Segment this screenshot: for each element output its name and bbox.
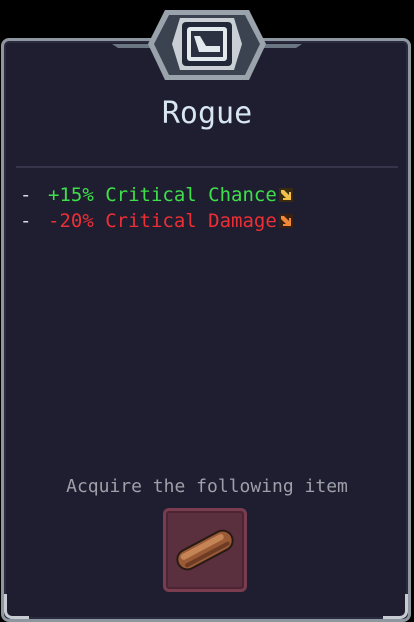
arrow-icon [278, 214, 293, 228]
crest-header [112, 10, 302, 80]
stat-text: -20% Critical Damage [48, 210, 277, 232]
stat-row-critical-chance: - +15% Critical Chance [20, 184, 293, 206]
stat-row-critical-damage: - -20% Critical Damage [20, 210, 293, 232]
stat-bullet: - [20, 210, 32, 232]
title-divider [16, 166, 398, 168]
stat-bullet: - [20, 184, 32, 206]
stat-text: +15% Critical Chance [48, 184, 277, 206]
reward-label: Acquire the following item [66, 476, 348, 497]
arrow-icon [278, 188, 293, 202]
dagger-emblem-icon [187, 27, 227, 61]
panel-corner-bottom-left [4, 594, 29, 619]
sausage-icon [176, 529, 234, 571]
reward-item-slot[interactable] [163, 508, 247, 592]
class-title: Rogue [161, 96, 253, 131]
panel-corner-bottom-right [383, 594, 408, 619]
